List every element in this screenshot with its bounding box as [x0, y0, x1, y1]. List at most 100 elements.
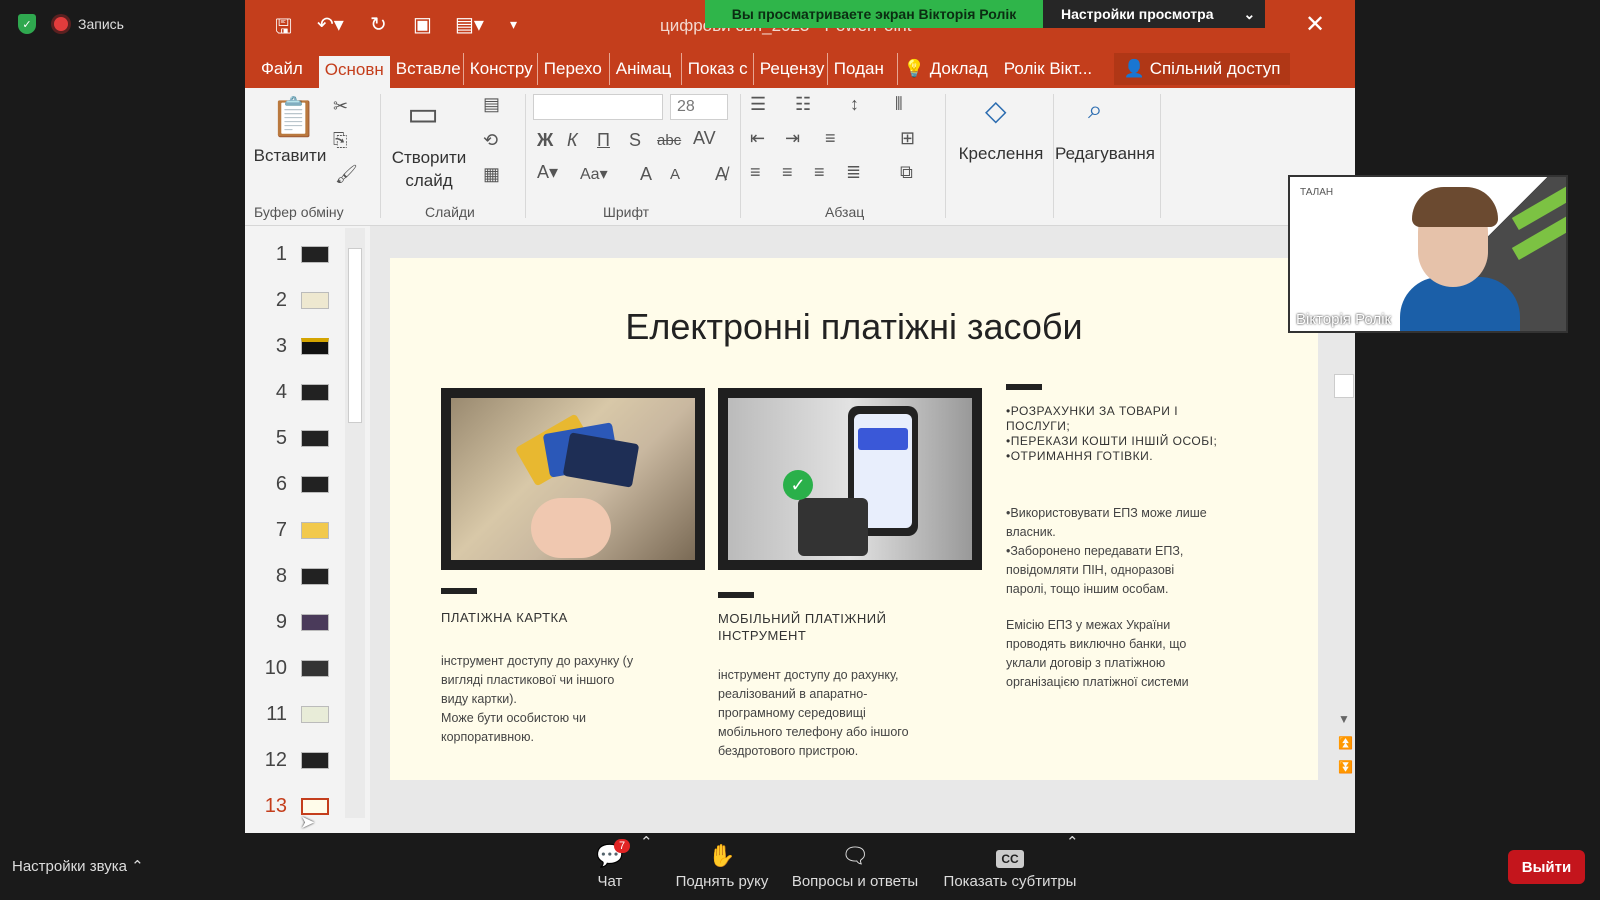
slide-thumbnail[interactable]: 6 — [255, 466, 350, 502]
tab-home[interactable]: Основн — [318, 56, 390, 88]
tab-animations[interactable]: Анімац — [610, 53, 682, 85]
section-icon[interactable]: ▦ — [483, 164, 500, 185]
chat-button[interactable]: 💬 Чат 7 — [580, 839, 640, 890]
text-line: Може бути особистою чи — [441, 711, 587, 725]
slide-thumbnail[interactable]: 11 — [255, 696, 350, 732]
change-case-icon[interactable]: Aa▾ — [580, 164, 608, 184]
save-icon[interactable]: 🖫 — [275, 12, 292, 46]
tab-review[interactable]: Рецензу — [754, 53, 828, 85]
slide-thumbnail[interactable]: 9 — [255, 604, 350, 640]
grow-font-icon[interactable]: A — [640, 164, 652, 185]
slide-thumbnail[interactable]: 2 — [255, 282, 350, 318]
italic-button[interactable]: К — [567, 130, 578, 151]
tab-design[interactable]: Констру — [464, 53, 538, 85]
drawing-icon[interactable]: ◇ — [985, 94, 1007, 127]
strikethrough-button[interactable]: abc — [657, 132, 681, 149]
sound-settings-button[interactable]: Настройки звука ⌃ — [12, 857, 144, 875]
raise-hand-button[interactable]: ✋ Поднять руку — [672, 843, 772, 890]
font-name-input[interactable] — [533, 94, 663, 120]
shrink-font-icon[interactable]: A — [670, 166, 680, 183]
slide-thumbnail[interactable]: 3 — [255, 328, 350, 364]
raise-hand-label: Поднять руку — [675, 873, 769, 890]
line-spacing-icon[interactable]: ↕ — [850, 94, 859, 115]
layout-icon[interactable]: ▤▾ — [455, 12, 484, 37]
recording-indicator: ✓ Запись — [18, 14, 124, 34]
qa-button[interactable]: 🗨 Вопросы и ответы — [790, 843, 920, 890]
align-center-icon[interactable]: ≡ — [782, 162, 793, 183]
thumbnail-image — [301, 613, 329, 631]
paste-button[interactable]: Вставити — [250, 146, 330, 166]
undo-icon[interactable]: ↶▾ — [317, 12, 344, 37]
redo-icon[interactable]: ↻ — [370, 12, 387, 37]
columns-icon[interactable]: ⫴ — [895, 94, 903, 115]
slide-thumbnail[interactable]: 10 — [255, 650, 350, 686]
bold-button[interactable]: Ж — [537, 130, 553, 151]
security-shield-icon[interactable]: ✓ — [18, 14, 36, 34]
drawing-button[interactable]: Креслення — [953, 144, 1049, 164]
font-size-input[interactable]: 28 — [670, 94, 728, 120]
share-button[interactable]: 👤 Спільний доступ — [1113, 53, 1291, 85]
tab-view[interactable]: Подан — [828, 53, 898, 85]
group-font-label: Шрифт — [603, 204, 650, 220]
justify-icon[interactable]: ≣ — [846, 162, 861, 183]
bullets-icon[interactable]: ☰ — [750, 94, 766, 115]
smartart-icon[interactable]: ⧉ — [900, 162, 913, 183]
tab-insert[interactable]: Вставле — [390, 53, 464, 85]
slide-canvas[interactable]: Електронні платіжні засоби ✓ ПЛАТІЖНА КА… — [390, 258, 1318, 780]
scrollbar-thumb[interactable] — [348, 248, 362, 423]
view-settings-button[interactable]: Настройки просмотра ⌄ — [1043, 0, 1265, 28]
text-direction-icon[interactable]: ≡ — [825, 128, 836, 149]
reset-icon[interactable]: ⟲ — [483, 130, 498, 151]
sound-settings-label: Настройки звука — [12, 858, 127, 875]
slide-thumbnail[interactable]: 1 — [255, 236, 350, 272]
slide-number: 12 — [264, 748, 287, 771]
slide-thumbnail[interactable]: 4 — [255, 374, 350, 410]
scrollbar-thumb[interactable] — [1334, 374, 1354, 398]
cut-icon[interactable]: ✂ — [333, 96, 348, 117]
exit-button[interactable]: Выйти — [1508, 850, 1585, 884]
slide-thumbnail[interactable]: 8 — [255, 558, 350, 594]
decrease-indent-icon[interactable]: ⇤ — [750, 128, 765, 149]
thumbnails-scrollbar[interactable] — [345, 228, 365, 818]
align-left-icon[interactable]: ≡ — [750, 162, 761, 183]
tab-tell-me[interactable]: 💡 Доклад — [898, 53, 998, 85]
subtitles-button[interactable]: CC Показать субтитры — [940, 843, 1080, 890]
tab-transitions[interactable]: Перехо — [538, 53, 610, 85]
align-text-icon[interactable]: ⊞ — [900, 128, 915, 149]
account-name[interactable]: Ролік Вікт... — [998, 53, 1108, 85]
chat-options-icon[interactable]: ⌃ — [640, 833, 653, 851]
thumbnail-image — [301, 291, 329, 309]
increase-indent-icon[interactable]: ⇥ — [785, 128, 800, 149]
new-slide-icon[interactable]: ▭ — [407, 94, 439, 134]
slide-scrollbar[interactable]: ▼ ⏫ ⏬ — [1332, 370, 1356, 790]
text-line: інструмент доступу до рахунку (у — [441, 654, 634, 668]
underline-button[interactable]: П — [597, 130, 610, 151]
webcam-video[interactable]: ТАЛАН Вікторія Ролік — [1288, 175, 1568, 333]
slide-thumbnail[interactable]: 12 — [255, 742, 350, 778]
close-icon[interactable]: ✕ — [1305, 10, 1325, 39]
customize-qat-icon[interactable]: ▾ — [510, 16, 517, 33]
presentation-icon[interactable]: ▣ — [413, 12, 432, 37]
layout-icon[interactable]: ▤ — [483, 94, 500, 115]
font-color-icon[interactable]: A▾ — [537, 162, 558, 183]
char-spacing-icon[interactable]: AV — [693, 128, 716, 149]
copy-icon[interactable]: ⎘ — [333, 130, 347, 151]
slide-thumbnail[interactable]: 5 — [255, 420, 350, 456]
clear-format-icon[interactable]: A̸ — [715, 164, 727, 185]
tab-file[interactable]: Файл — [245, 53, 319, 85]
participant-name: Вікторія Ролік — [1296, 311, 1392, 328]
scroll-down-icon[interactable]: ▼ — [1338, 712, 1350, 726]
previous-slide-icon[interactable]: ⏫ — [1338, 736, 1353, 750]
paste-icon[interactable]: 📋 — [270, 96, 317, 140]
next-slide-icon[interactable]: ⏬ — [1338, 760, 1353, 774]
editing-button[interactable]: Редагування — [1053, 144, 1157, 164]
subtitles-options-icon[interactable]: ⌃ — [1066, 833, 1079, 851]
search-icon[interactable]: ⌕ — [1088, 94, 1103, 126]
tab-slideshow[interactable]: Показ с — [682, 53, 754, 85]
shadow-button[interactable]: S — [629, 130, 641, 151]
format-painter-icon[interactable]: 🖌 — [335, 164, 358, 185]
align-right-icon[interactable]: ≡ — [814, 162, 825, 183]
numbering-icon[interactable]: ☷ — [795, 94, 811, 115]
slide-thumbnail[interactable]: 7 — [255, 512, 350, 548]
new-slide-button[interactable]: Створити слайд — [385, 146, 473, 192]
